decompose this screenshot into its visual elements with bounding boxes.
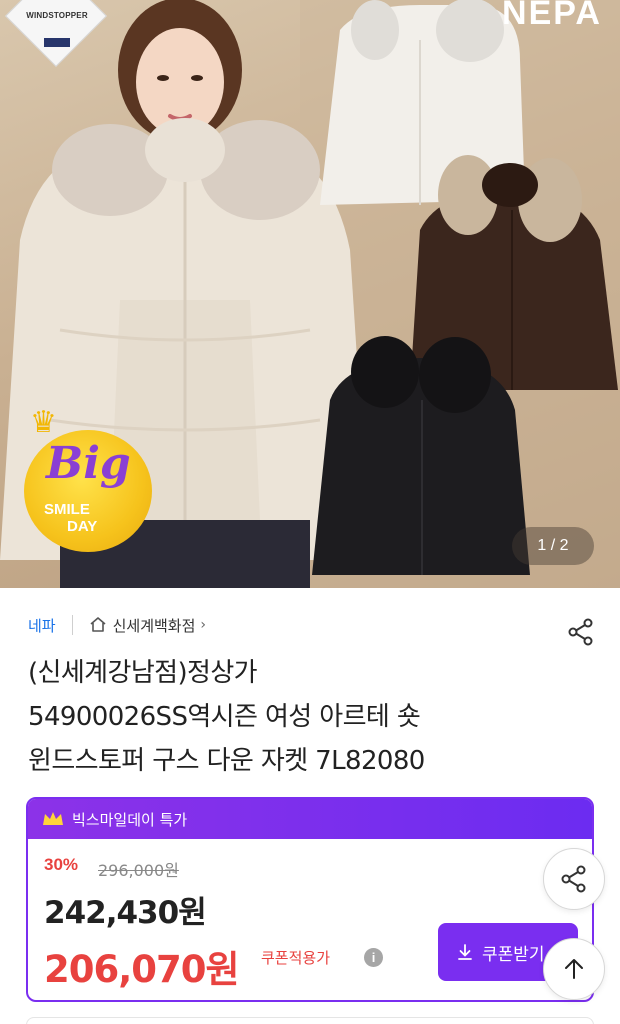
get-coupon-label: 쿠폰받기 (482, 944, 545, 965)
brand-link[interactable]: 네파 (28, 615, 56, 636)
title-line: 윈드스토퍼 구스 다운 자켓 7L82080 (28, 746, 425, 776)
discount-rate: 30% (44, 855, 79, 874)
download-icon (458, 944, 472, 960)
image-page-indicator: 1 / 2 (512, 527, 594, 565)
product-image-carousel[interactable]: NEPA WINDSTOPPER ♛ Big SMILE DAY 1 / 2 (0, 0, 620, 588)
chevron-right-icon: › (200, 617, 207, 633)
promo-header: 빅스마일데이 특가 (28, 799, 592, 839)
badge-day-text: DAY (67, 518, 98, 535)
share-icon[interactable] (566, 617, 596, 647)
badge-smile-text: SMILE (44, 501, 90, 518)
original-price: 296,000원 (98, 861, 179, 880)
store-link[interactable]: 신세계백화점 (113, 615, 196, 636)
shop-row: 네파 신세계백화점 › (28, 614, 206, 636)
product-page: NEPA WINDSTOPPER ♛ Big SMILE DAY 1 / 2 네… (0, 0, 620, 1024)
arrow-up-icon (565, 959, 583, 979)
badge-big-text: Big (46, 438, 131, 489)
promo-label: 빅스마일데이 특가 (72, 810, 188, 829)
title-line: 54900026SS역시즌 여성 아르테 숏 (28, 702, 421, 732)
badge-stripe (44, 38, 70, 47)
floating-share-button[interactable] (543, 848, 605, 910)
crown-icon (43, 812, 63, 825)
promo-price-box: 빅스마일데이 특가 30% 296,000원 242,430원 206,070원… (26, 797, 594, 1002)
share-icon (561, 865, 586, 893)
scroll-to-top-button[interactable] (543, 938, 605, 1000)
sale-price: 242,430원 (44, 895, 207, 931)
brand-logo: NEPA (502, 0, 602, 32)
info-icon[interactable]: i (364, 948, 383, 967)
windstopper-badge-text: WINDSTOPPER (26, 11, 88, 20)
title-line: (신세계강남점)정상가 (28, 658, 258, 688)
crown-icon: ♛ (30, 405, 57, 440)
coupon-price-label: 쿠폰적용가 (261, 949, 331, 967)
product-title: (신세계강남점)정상가 54900026SS역시즌 여성 아르테 숏 윈드스토퍼… (28, 651, 598, 783)
divider (71, 615, 73, 635)
next-section-edge (26, 1017, 594, 1024)
coupon-price: 206,070원 (44, 948, 240, 991)
home-icon (90, 617, 106, 632)
